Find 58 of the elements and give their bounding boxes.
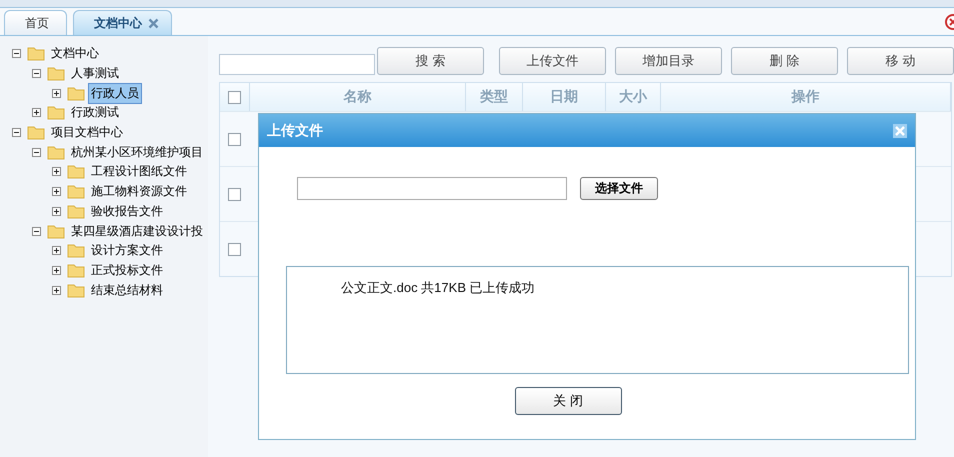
tree-item[interactable]: 结束总结材料 [88,280,166,301]
search-button[interactable]: 搜 索 [377,47,484,75]
expand-icon[interactable] [32,108,41,118]
checkbox[interactable] [228,90,241,104]
tab[interactable]: 文档中心 [73,10,172,35]
expand-icon[interactable] [52,246,61,256]
checkbox[interactable] [228,188,241,200]
collapse-icon[interactable] [32,226,41,236]
dialog-title: 上传文件 [267,122,323,140]
close-icon[interactable] [148,18,159,28]
tree-item[interactable]: 行政测试 [68,102,122,124]
toolbar-button[interactable]: 上传文件 [499,47,606,75]
folder-icon [47,224,65,239]
tree-item[interactable]: 项目文档中心 [48,122,126,144]
collapse-icon[interactable] [12,128,21,138]
toolbar-button[interactable]: 移 动 [847,47,954,75]
upload-message: 公文正文.doc 共17KB 已上传成功 [341,280,535,295]
folder-icon [67,243,85,258]
checkbox[interactable] [228,132,241,146]
tree-item[interactable]: 验收报告文件 [88,200,166,222]
toolbar-button[interactable]: 增加目录 [615,47,722,75]
close-icon[interactable] [944,14,954,30]
tree-item[interactable]: 某四星级酒店建设设计投 [68,220,206,242]
tree-item[interactable]: 文档中心 [48,43,102,64]
search-field[interactable] [219,54,375,75]
folder-icon [47,105,65,120]
folder-icon [47,66,65,82]
tab[interactable]: 首页 [4,10,67,35]
checkbox[interactable] [228,242,241,256]
folder-icon [67,262,85,278]
expand-icon[interactable] [52,206,61,216]
expand-icon[interactable] [52,167,61,176]
folder-icon [67,282,85,298]
collapse-icon[interactable] [32,148,41,157]
file-path-field[interactable] [297,177,567,200]
expand-icon[interactable] [52,187,61,196]
expand-icon[interactable] [52,286,61,295]
folder-icon [47,144,65,160]
tree-item[interactable]: 杭州某小区环境维护项目 [68,142,206,163]
toolbar-button[interactable]: 删 除 [731,47,838,75]
tree-item[interactable]: 施工物料资源文件 [88,181,190,202]
folder-icon [67,184,85,200]
folder-icon [27,125,45,140]
folder-icon [67,86,85,101]
close-button[interactable]: 关 闭 [514,387,622,415]
expand-icon[interactable] [52,88,61,98]
tree-item[interactable]: 行政人员 [88,82,142,104]
tree-item[interactable]: 工程设计图纸文件 [88,161,190,182]
folder-icon [67,164,85,180]
choose-file-button[interactable]: 选择文件 [580,177,658,200]
tree-item[interactable]: 正式投标文件 [88,260,166,281]
tree-item[interactable]: 设计方案文件 [88,240,166,262]
tree-item[interactable]: 人事测试 [68,63,122,84]
collapse-icon[interactable] [32,69,41,78]
expand-icon[interactable] [52,266,61,275]
folder-icon [67,204,85,219]
collapse-icon[interactable] [12,49,21,58]
folder-icon [27,46,45,62]
